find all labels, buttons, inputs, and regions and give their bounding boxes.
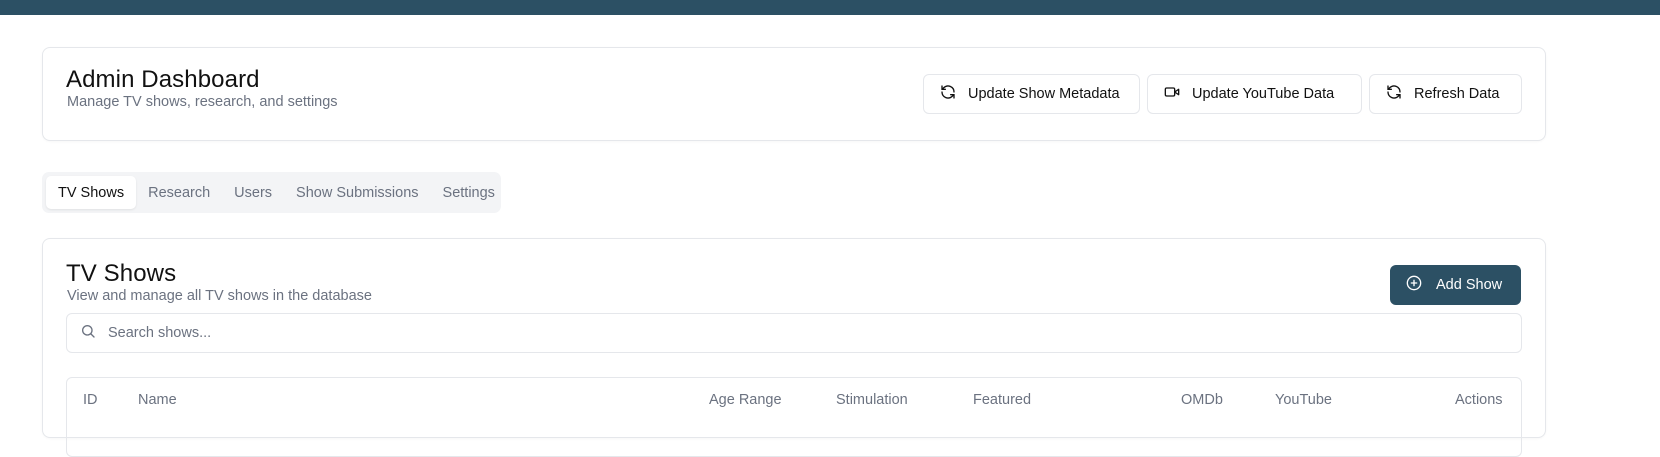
update-show-metadata-label: Update Show Metadata (968, 86, 1120, 102)
tv-shows-card: TV Shows View and manage all TV shows in… (42, 238, 1546, 457)
update-show-metadata-button[interactable]: Update Show Metadata (923, 74, 1140, 114)
video-icon (1164, 84, 1180, 104)
add-show-label: Add Show (1436, 277, 1503, 293)
tab-tv-shows[interactable]: TV Shows (46, 176, 137, 209)
section-title: TV Shows (66, 260, 177, 287)
column-header-stimulation[interactable]: Stimulation (836, 392, 908, 408)
column-header-featured[interactable]: Featured (973, 392, 1031, 408)
column-header-omdb[interactable]: OMDb (1181, 392, 1223, 408)
admin-tabs: TV Shows Research Users Show Submissions… (42, 172, 501, 213)
column-header-youtube[interactable]: YouTube (1275, 392, 1332, 408)
refresh-icon (1386, 84, 1402, 104)
column-header-id[interactable]: ID (83, 392, 98, 408)
column-header-actions: Actions (1455, 392, 1503, 408)
refresh-data-button[interactable]: Refresh Data (1369, 74, 1522, 114)
update-youtube-data-button[interactable]: Update YouTube Data (1147, 74, 1362, 114)
top-nav-bar (0, 0, 1660, 15)
refresh-icon (940, 84, 956, 104)
plus-circle-icon (1406, 275, 1422, 295)
admin-header-card: Admin Dashboard Manage TV shows, researc… (42, 47, 1546, 141)
column-header-age-range[interactable]: Age Range (709, 392, 782, 408)
search-input[interactable] (108, 325, 1508, 341)
search-field[interactable] (66, 313, 1522, 353)
update-youtube-data-label: Update YouTube Data (1192, 86, 1335, 102)
section-subtitle: View and manage all TV shows in the data… (67, 288, 372, 304)
shows-table: ID Name Age Range Stimulation Featured O… (66, 377, 1522, 457)
add-show-button[interactable]: Add Show (1390, 265, 1521, 305)
tab-settings[interactable]: Settings (431, 176, 507, 209)
refresh-data-label: Refresh Data (1414, 86, 1500, 102)
tab-research[interactable]: Research (136, 176, 222, 209)
tab-users[interactable]: Users (222, 176, 284, 209)
search-icon (80, 323, 96, 344)
column-header-name[interactable]: Name (138, 392, 177, 408)
page-subtitle: Manage TV shows, research, and settings (67, 94, 338, 110)
page-title: Admin Dashboard (66, 66, 260, 93)
tab-show-submissions[interactable]: Show Submissions (284, 176, 431, 209)
